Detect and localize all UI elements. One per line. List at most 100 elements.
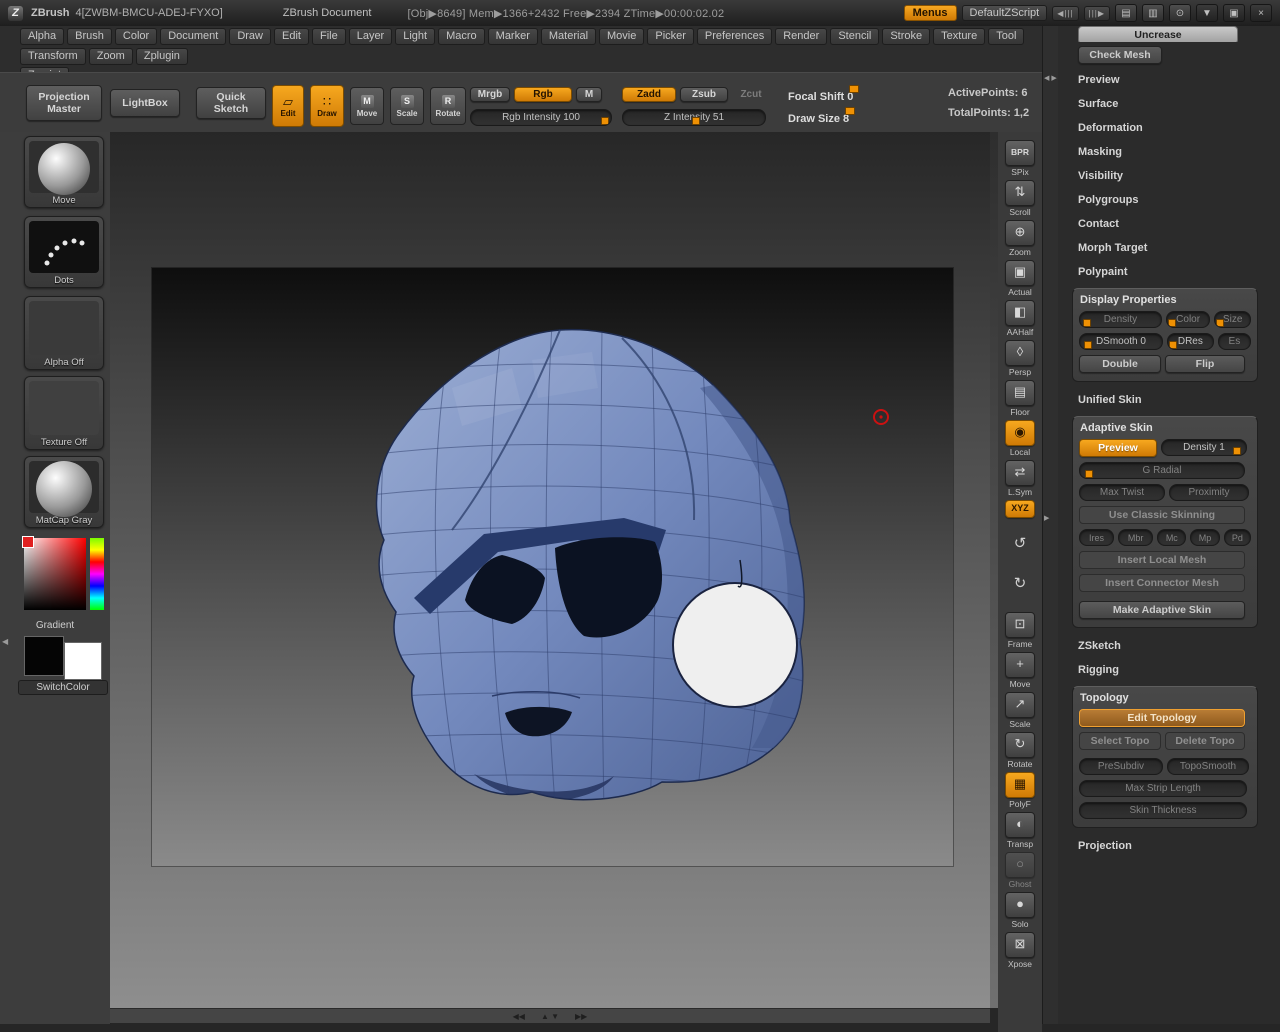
g-radial-slider[interactable]: G Radial: [1079, 462, 1245, 479]
spinner-right[interactable]: |||▶: [1084, 6, 1110, 21]
menu-item[interactable]: Light: [395, 28, 435, 45]
m-button[interactable]: M: [576, 87, 602, 102]
max-twist-slider[interactable]: Max Twist: [1079, 484, 1165, 501]
shelf-tool[interactable]: ▤ Floor: [1000, 380, 1040, 417]
doc-view-icon[interactable]: ▤: [1115, 4, 1137, 22]
dsmooth-slider[interactable]: DSmooth 0: [1079, 333, 1163, 350]
edit-mode-button[interactable]: ▱ Edit: [272, 85, 304, 127]
insert-local-mesh-button[interactable]: Insert Local Mesh: [1079, 551, 1245, 569]
tray-collapse-handle[interactable]: ▶: [1044, 514, 1049, 522]
shelf-tool[interactable]: ⇄ L.Sym: [1000, 460, 1040, 497]
restore-button[interactable]: ▣: [1223, 4, 1245, 22]
menu-item[interactable]: Material: [541, 28, 596, 45]
current-material-thumbnail[interactable]: MatCap Gray: [24, 456, 104, 528]
menu-item[interactable]: Stroke: [882, 28, 930, 45]
tool-section[interactable]: Polypaint: [1078, 260, 1256, 284]
menu-item[interactable]: File: [312, 28, 346, 45]
mp-slider[interactable]: Mp: [1190, 529, 1219, 546]
tool-icon[interactable]: ↺: [1005, 532, 1035, 558]
menu-item[interactable]: Macro: [438, 28, 485, 45]
shelf-tool[interactable]: ↺: [1000, 532, 1040, 569]
proximity-slider[interactable]: Proximity: [1169, 484, 1249, 501]
menu-item[interactable]: Render: [775, 28, 827, 45]
shelf-tool[interactable]: ▦ PolyF: [1000, 772, 1040, 809]
edit-topology-button[interactable]: Edit Topology: [1079, 709, 1245, 727]
shelf-tool[interactable]: ◉ Local: [1000, 420, 1040, 457]
tool-section[interactable]: Contact: [1078, 212, 1256, 236]
tool-icon[interactable]: ◉: [1005, 420, 1035, 446]
tool-icon[interactable]: ○: [1005, 852, 1035, 878]
menu-item[interactable]: Zoom: [89, 48, 133, 65]
minimize-button[interactable]: ▼: [1196, 4, 1218, 22]
shelf-tool[interactable]: ↻ Rotate: [1000, 732, 1040, 769]
tool-section[interactable]: Surface: [1078, 92, 1256, 116]
shelf-tool[interactable]: + Move: [1000, 652, 1040, 689]
model-3d[interactable]: [152, 268, 953, 866]
tool-section[interactable]: Morph Target: [1078, 236, 1256, 260]
hscroll-left-icon[interactable]: ◀◀: [513, 1012, 525, 1021]
max-strip-length-slider[interactable]: Max Strip Length: [1079, 780, 1247, 797]
flip-button[interactable]: Flip: [1165, 355, 1245, 373]
draw-mode-button[interactable]: ∷ Draw: [310, 85, 344, 127]
menu-item[interactable]: Stencil: [830, 28, 879, 45]
skin-thickness-slider[interactable]: Skin Thickness: [1079, 802, 1247, 819]
menus-button[interactable]: Menus: [904, 5, 957, 21]
density-slider[interactable]: Density: [1079, 311, 1162, 328]
secondary-color-swatch[interactable]: [64, 642, 102, 680]
saturation-value-square[interactable]: [24, 538, 86, 610]
check-mesh-button[interactable]: Check Mesh: [1078, 46, 1162, 64]
shelf-tool[interactable]: ▣ Actual: [1000, 260, 1040, 297]
display-properties-title[interactable]: Display Properties: [1080, 294, 1251, 306]
hue-strip[interactable]: [90, 538, 104, 610]
menu-item[interactable]: Draw: [229, 28, 271, 45]
menu-item[interactable]: Alpha: [20, 28, 64, 45]
tool-section[interactable]: Deformation: [1078, 116, 1256, 140]
zsub-button[interactable]: Zsub: [680, 87, 728, 102]
tool-section[interactable]: Visibility: [1078, 164, 1256, 188]
make-adaptive-skin-button[interactable]: Make Adaptive Skin: [1079, 601, 1245, 619]
shelf-tool[interactable]: ◐ Transp: [1000, 812, 1040, 849]
hscroll-right-icon[interactable]: ▶▶: [575, 1012, 587, 1021]
shelf-tool[interactable]: ↻: [1000, 572, 1040, 609]
menu-item[interactable]: Color: [115, 28, 157, 45]
rigging-section[interactable]: Rigging: [1078, 658, 1256, 682]
projection-master-button[interactable]: Projection Master: [26, 85, 102, 121]
dres-slider[interactable]: DRes: [1167, 333, 1214, 350]
adaptive-skin-title[interactable]: Adaptive Skin: [1080, 422, 1251, 434]
menu-item[interactable]: Marker: [488, 28, 538, 45]
close-button[interactable]: ×: [1250, 4, 1272, 22]
tool-icon[interactable]: ◊: [1005, 340, 1035, 366]
tool-section[interactable]: Polygroups: [1078, 188, 1256, 212]
rgb-intensity-slider[interactable]: Rgb Intensity 100: [470, 109, 612, 126]
draw-size-slider[interactable]: Draw Size 8: [788, 109, 932, 127]
quick-sketch-button[interactable]: Quick Sketch: [196, 87, 266, 119]
tray-collapse-pair[interactable]: ◀ ▶: [1044, 74, 1057, 82]
menu-item[interactable]: Tool: [988, 28, 1024, 45]
shelf-tool[interactable]: ⇅ Scroll: [1000, 180, 1040, 217]
topology-title[interactable]: Topology: [1080, 692, 1251, 704]
zcut-button[interactable]: Zcut: [732, 87, 770, 102]
lightbox-button[interactable]: LightBox: [110, 89, 180, 117]
menu-item[interactable]: Zplugin: [136, 48, 188, 65]
shelf-tool[interactable]: ↗ Scale: [1000, 692, 1040, 729]
projection-section[interactable]: Projection: [1078, 834, 1256, 858]
double-button[interactable]: Double: [1079, 355, 1161, 373]
document-canvas[interactable]: [152, 268, 953, 866]
shelf-tool[interactable]: ⊡ Frame: [1000, 612, 1040, 649]
shelf-tool[interactable]: XYZ: [1000, 500, 1040, 529]
presubdiv-slider[interactable]: PreSubdiv: [1079, 758, 1163, 775]
horizontal-scrollbar[interactable]: ◀◀ ▲ ▼ ▶▶: [110, 1008, 990, 1023]
select-topo-button[interactable]: Select Topo: [1079, 732, 1161, 750]
rgb-button[interactable]: Rgb: [514, 87, 572, 102]
menu-item[interactable]: Brush: [67, 28, 112, 45]
rotate-mode-button[interactable]: R Rotate: [430, 87, 466, 125]
shelf-tool[interactable]: ◊ Persp: [1000, 340, 1040, 377]
use-classic-skinning-button[interactable]: Use Classic Skinning: [1079, 506, 1245, 524]
color-slider[interactable]: Color: [1166, 311, 1210, 328]
ires-slider[interactable]: Ires: [1079, 529, 1114, 546]
switch-color-button[interactable]: SwitchColor: [18, 680, 108, 695]
scale-mode-button[interactable]: S Scale: [390, 87, 424, 125]
tool-icon[interactable]: BPR: [1005, 140, 1035, 166]
tool-icon[interactable]: ⇄: [1005, 460, 1035, 486]
z-intensity-slider[interactable]: Z Intensity 51: [622, 109, 766, 126]
